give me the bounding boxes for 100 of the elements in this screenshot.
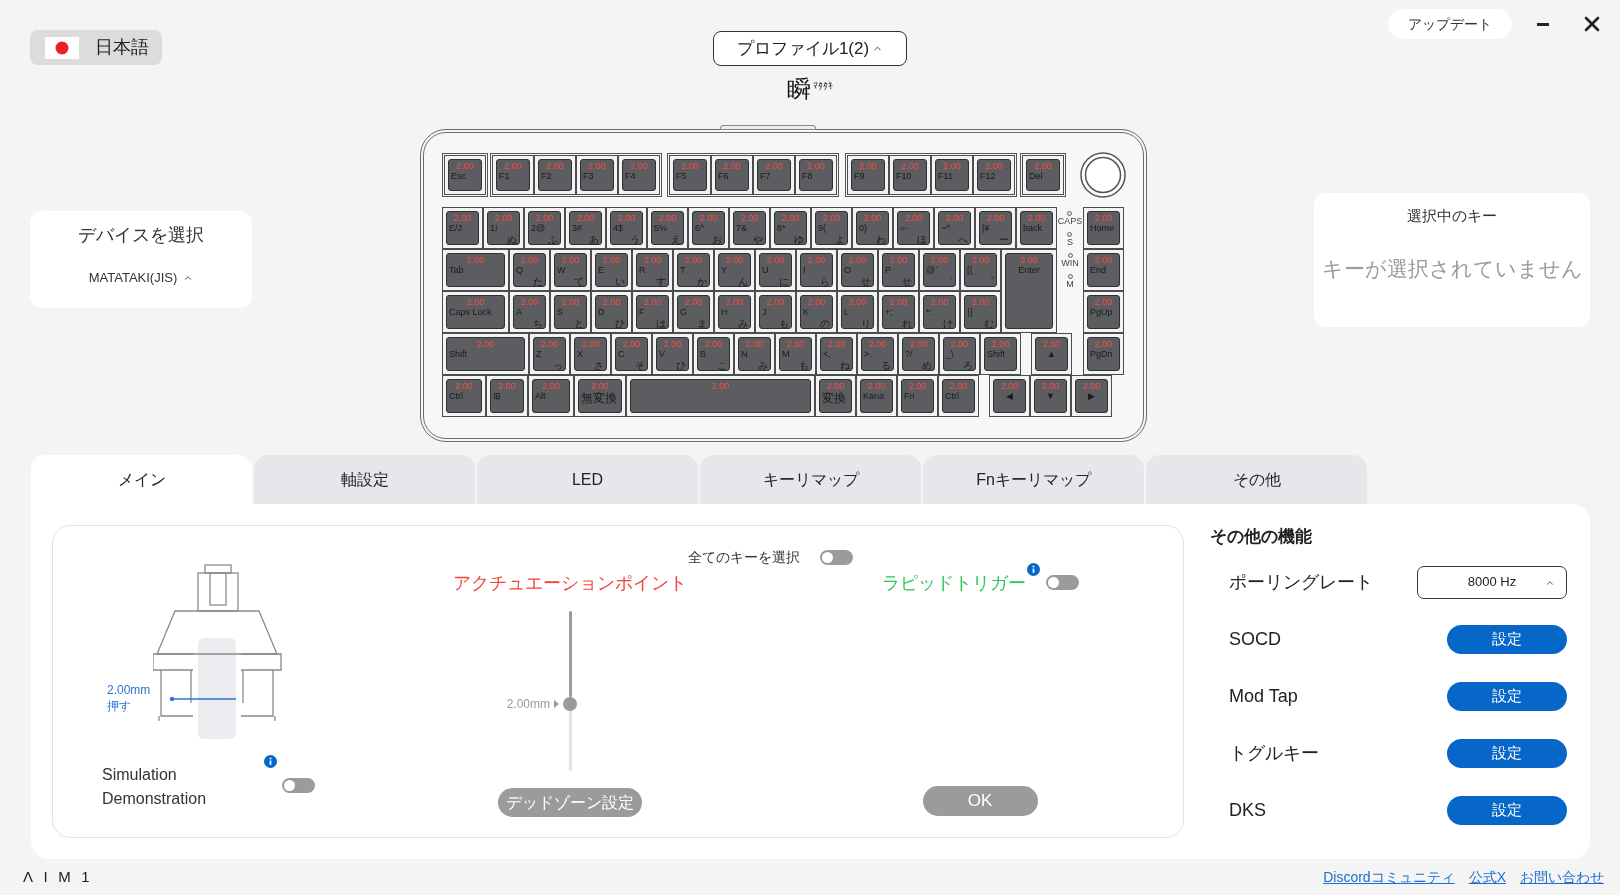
toggle-switch[interactable] (1045, 575, 1079, 590)
slider-thumb[interactable] (563, 696, 577, 711)
keycap[interactable]: 2.00 8* ゆ (770, 207, 811, 249)
keycap[interactable]: 2.00 Ctrl (442, 375, 486, 417)
tab[interactable]: その他 (1146, 455, 1367, 504)
keycap[interactable]: 2.00 [{ ゜ (960, 249, 1001, 291)
keycap[interactable]: 2.00 3# あ (565, 207, 606, 249)
keycap[interactable]: 2.00 7& や (729, 207, 770, 249)
keycap[interactable]: 2.00 5% え (647, 207, 688, 249)
keycap[interactable]: 2.00 ▲ (1031, 333, 1072, 375)
keycap[interactable]: 2.00 F8 (795, 155, 837, 195)
keycap[interactable]: 2.00 }] む (960, 291, 1001, 333)
keycap[interactable]: 2.00 V ひ (652, 333, 693, 375)
keycap[interactable]: 2.00 F6 (711, 155, 753, 195)
keycap[interactable]: 2.00 Tab (442, 249, 509, 291)
keycap[interactable]: 2.00 F4 (618, 155, 660, 195)
keycap[interactable]: 2.00 ~^ へ (934, 207, 975, 249)
settings-button[interactable]: 設定 (1447, 795, 1567, 825)
keycap[interactable]: 2.00 R す (632, 249, 673, 291)
keycap[interactable]: 2.00 無変換 (574, 375, 626, 417)
keycap[interactable]: 2.00 Kana (856, 375, 897, 417)
keycap[interactable]: 2.00 <, ね (816, 333, 857, 375)
keycap[interactable]: 2.00 L り (837, 291, 878, 333)
keycap[interactable]: 2.00 N み (734, 333, 775, 375)
keycap[interactable]: 2.00 X さ (570, 333, 611, 375)
keycap[interactable]: 2.00 Caps Lock (442, 291, 509, 333)
tab[interactable]: 軸設定 (254, 455, 475, 504)
settings-button[interactable]: 設定 (1447, 624, 1567, 654)
close-button[interactable] (1584, 16, 1600, 32)
keycap[interactable]: 2.00 F5 (669, 155, 711, 195)
keycap[interactable]: 2.00 ⊞ (486, 375, 528, 417)
info-icon[interactable] (264, 755, 277, 768)
keycap[interactable]: 2.00 4$ う (606, 207, 647, 249)
keycap[interactable]: 2.00 ▼ (1030, 375, 1071, 417)
slider-track[interactable] (568, 611, 572, 771)
keycap[interactable]: 2.00 E/J (442, 207, 483, 249)
toggle-switch[interactable] (820, 549, 853, 565)
keycap[interactable]: 2.00 F1 (492, 155, 534, 195)
polling-rate-dropdown[interactable]: 8000 Hz (1417, 565, 1567, 599)
keycap[interactable]: 2.00 ◀ (989, 375, 1030, 417)
keycap[interactable]: 2.00 PgUp (1083, 291, 1124, 333)
keycap[interactable]: 2.00 F3 (576, 155, 618, 195)
keycap[interactable]: 2.00 W て (550, 249, 591, 291)
keycap[interactable]: 2.00 End (1083, 249, 1124, 291)
update-button[interactable]: アップデート (1388, 9, 1512, 39)
keycap[interactable]: 2.00 F11 (931, 155, 973, 195)
keycap[interactable]: 2.00 >. る (857, 333, 898, 375)
keycap[interactable]: 2.00 back (1016, 207, 1057, 249)
keycap[interactable]: 2.00 F7 (753, 155, 795, 195)
footer-link[interactable]: お問い合わせ (1520, 866, 1604, 888)
keycap[interactable]: 2.00 6^ お (688, 207, 729, 249)
keycap[interactable]: 2.00 Enter (1001, 249, 1057, 333)
keycap[interactable]: 2.00 1! ぬ (483, 207, 524, 249)
keycap[interactable]: 2.00 Q た (509, 249, 550, 291)
info-icon[interactable] (1026, 563, 1040, 576)
keycap[interactable]: 2.00 PgDn (1083, 333, 1124, 375)
keycap[interactable]: 2.00 Alt (528, 375, 574, 417)
keycap[interactable]: 2.00 F10 (889, 155, 931, 195)
keycap[interactable]: 2.00 =- ほ (893, 207, 934, 249)
feature-label: SOCD (1229, 628, 1281, 651)
keycap[interactable]: 2.00 F9 (847, 155, 889, 195)
device-dropdown[interactable]: MATATAKI(JIS) (88, 268, 194, 288)
deadzone-button[interactable]: デッドゾーン設定 (498, 788, 642, 817)
keycap[interactable]: 2.00 J も (755, 291, 796, 333)
keycap[interactable]: 2.00 G ま (673, 291, 714, 333)
keycap[interactable]: 2.00 F12 (973, 155, 1015, 195)
keycap[interactable]: 2.00 2@ ふ (524, 207, 565, 249)
tab[interactable]: キーリマップ (700, 455, 921, 504)
tab[interactable]: メイン (31, 455, 252, 504)
keycap[interactable]: 2.00 変換 (815, 375, 856, 417)
footer-link[interactable]: Discordコミュニティ (1323, 866, 1455, 888)
keycap[interactable]: 2.00 D ひ (591, 291, 632, 333)
keycap[interactable]: 2.00 _\ ろ (939, 333, 980, 375)
keycap[interactable]: 2.00 Shift (980, 333, 1021, 375)
keycap[interactable]: 2.00 Fn (897, 375, 938, 417)
keycap[interactable]: 2.00 M も (775, 333, 816, 375)
keycap[interactable]: 2.00 (626, 375, 815, 417)
settings-button[interactable]: 設定 (1447, 681, 1567, 711)
keycap[interactable]: 2.00 T か (673, 249, 714, 291)
language-selector[interactable]: 日本語 (30, 30, 162, 65)
keycap[interactable]: 2.00 C そ (611, 333, 652, 375)
tab[interactable]: Fnキーリマップ (923, 455, 1144, 504)
keycap[interactable]: 2.00 Del (1022, 155, 1064, 195)
profile-dropdown[interactable]: プロファイル1(2) (713, 31, 907, 66)
keycap[interactable]: 2.00 E い (591, 249, 632, 291)
keycap[interactable]: 2.00 Home (1083, 207, 1124, 249)
keycap[interactable]: 2.00 ?/ め (898, 333, 939, 375)
tab[interactable]: LED (477, 455, 698, 504)
keycap[interactable]: 2.00 Ctrl (938, 375, 979, 417)
keycap[interactable]: 2.00 F2 (534, 155, 576, 195)
ok-button[interactable]: OK (922, 786, 1038, 816)
keycap[interactable]: 2.00 +; れ (878, 291, 919, 333)
settings-button[interactable]: 設定 (1447, 738, 1567, 768)
toggle-switch[interactable] (282, 778, 315, 793)
keycap[interactable]: 2.00 F は (632, 291, 673, 333)
keycap[interactable]: 2.00 Esc (444, 155, 486, 195)
keycap[interactable]: 2.00 Shift (442, 333, 529, 375)
keycap[interactable]: 2.00 @` ゛ (919, 249, 960, 291)
keycap[interactable]: 2.00 ▶ (1071, 375, 1112, 417)
footer-link[interactable]: 公式X (1468, 866, 1506, 888)
